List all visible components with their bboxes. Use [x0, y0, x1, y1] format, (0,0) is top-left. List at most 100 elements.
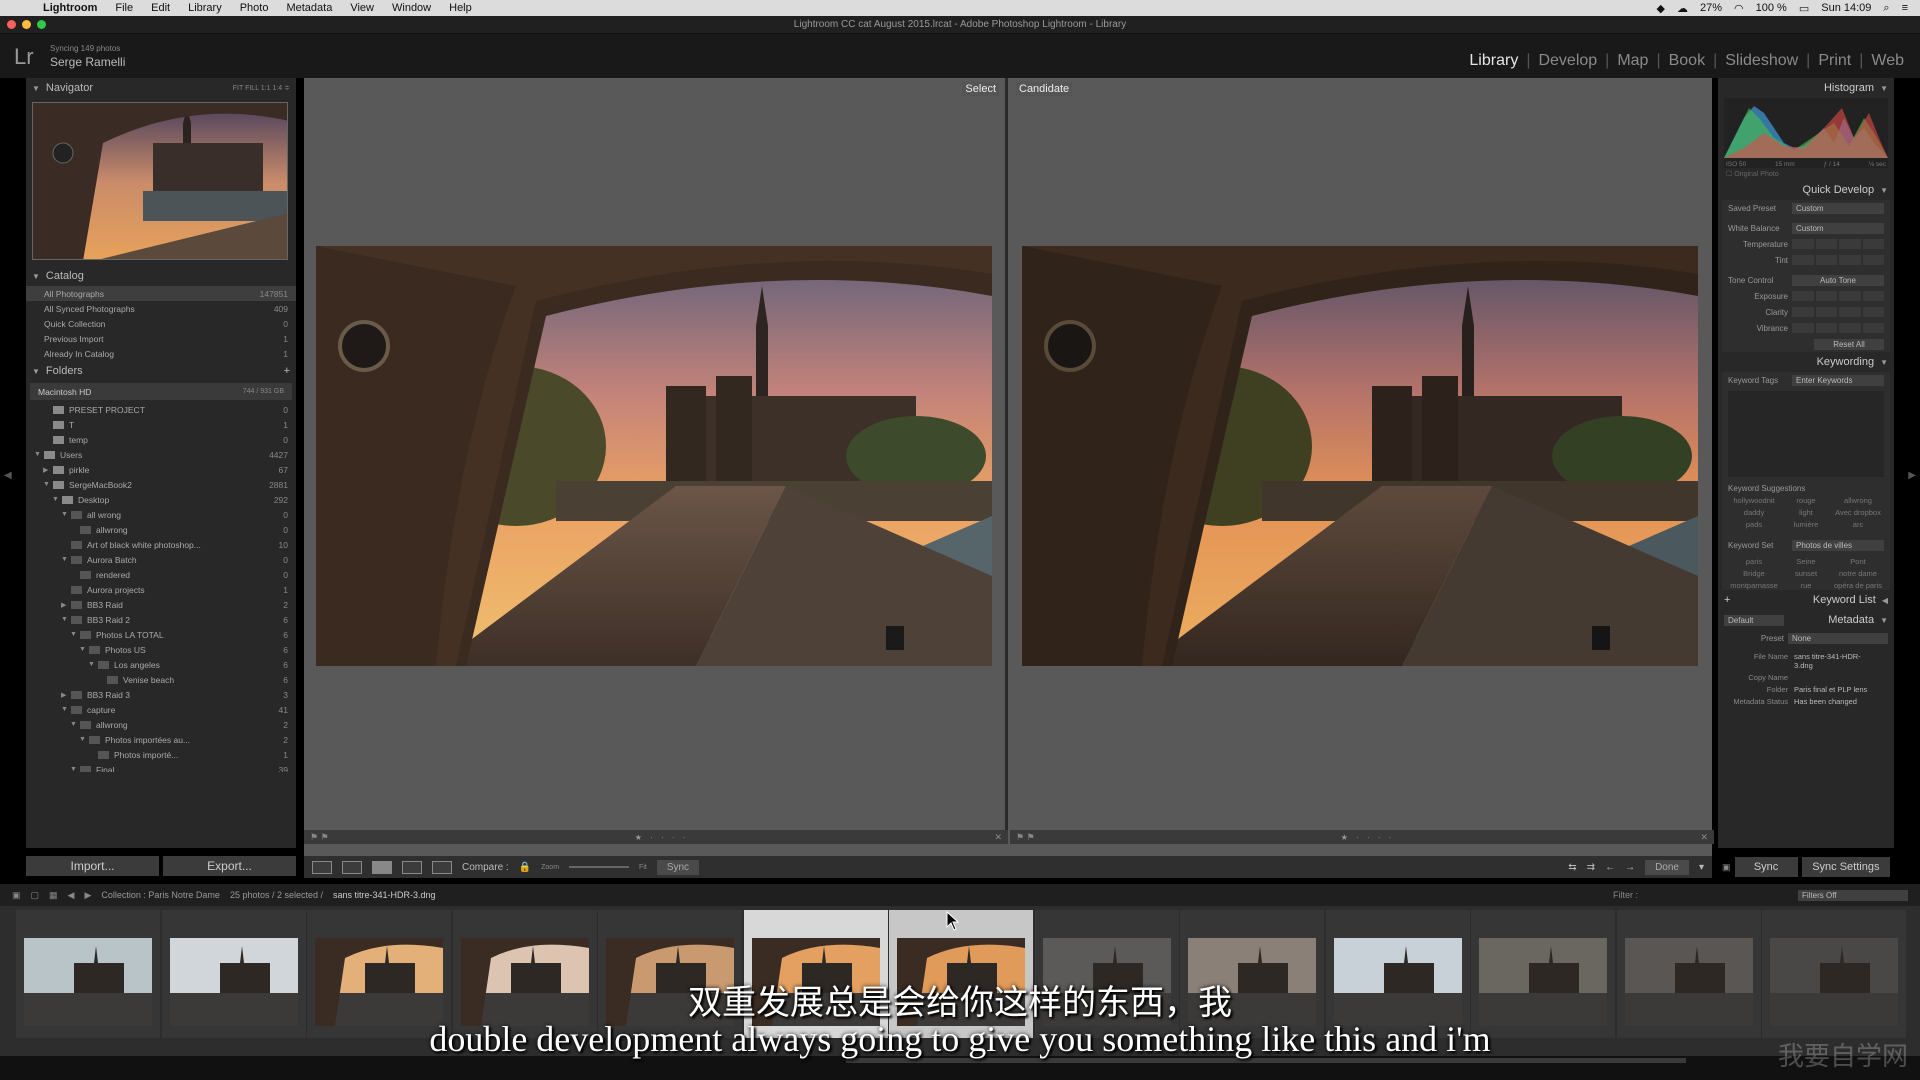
- catalog-item[interactable]: All Photographs 147851: [26, 286, 296, 301]
- sync-settings-button[interactable]: Sync Settings: [1801, 857, 1890, 877]
- keyword-set-item[interactable]: sunset: [1780, 569, 1832, 578]
- disclosure-icon[interactable]: ▼: [70, 766, 80, 772]
- keyword-suggestion[interactable]: light: [1780, 508, 1832, 517]
- sync-zoom-button[interactable]: Sync: [656, 859, 700, 875]
- forward-arrow-icon[interactable]: ▶: [84, 890, 91, 901]
- toolbar-menu-icon[interactable]: ▾: [1699, 862, 1704, 873]
- module-develop[interactable]: Develop: [1530, 52, 1605, 70]
- loupe-view-icon[interactable]: [342, 860, 362, 874]
- folder-item[interactable]: ▼ Final 39: [26, 762, 296, 772]
- folder-item[interactable]: Venise beach 6: [26, 672, 296, 687]
- folder-value[interactable]: Paris final et PLP lens: [1794, 685, 1867, 694]
- file-name-value[interactable]: sans titre-341-HDR-3.dng: [1794, 652, 1874, 670]
- disclosure-icon[interactable]: ▼: [61, 556, 71, 563]
- disclosure-icon[interactable]: ▶: [43, 466, 53, 474]
- collapse-icon[interactable]: ▼: [32, 272, 40, 281]
- folders-header[interactable]: ▼ Folders +: [26, 361, 296, 381]
- folder-item[interactable]: ▶ BB3 Raid 2: [26, 597, 296, 612]
- expand-icon[interactable]: ◀: [1882, 596, 1888, 605]
- disclosure-icon[interactable]: ▼: [61, 511, 71, 518]
- disclosure-icon[interactable]: ▼: [70, 631, 80, 638]
- auto-tone-button[interactable]: Auto Tone: [1792, 274, 1884, 286]
- keyword-set-item[interactable]: Bridge: [1728, 569, 1780, 578]
- select-photo[interactable]: [316, 246, 992, 666]
- keyword-suggestion[interactable]: arc: [1832, 520, 1884, 529]
- keyword-tags-select[interactable]: Enter Keywords: [1792, 374, 1884, 386]
- folder-item[interactable]: ▶ BB3 Raid 3 3: [26, 687, 296, 702]
- auto-sync-toggle[interactable]: ▣: [1722, 862, 1731, 873]
- candidate-photo[interactable]: [1022, 246, 1698, 666]
- exposure-buttons[interactable]: [1792, 291, 1884, 301]
- close-pane-icon[interactable]: ✕: [994, 832, 1002, 843]
- metadata-header[interactable]: Default Metadata ▼: [1718, 610, 1894, 630]
- metadata-preset-select[interactable]: None: [1788, 632, 1888, 644]
- menu-help[interactable]: Help: [440, 2, 481, 14]
- disclosure-icon[interactable]: ▼: [79, 646, 89, 653]
- disclosure-icon[interactable]: ▼: [79, 736, 89, 743]
- lock-icon[interactable]: 🔒: [519, 862, 531, 873]
- navigator-header[interactable]: ▼ Navigator FIT FILL 1:1 1:4 ≑: [26, 78, 296, 98]
- keyword-suggestion[interactable]: lumière: [1780, 520, 1832, 529]
- menu-window[interactable]: Window: [383, 2, 440, 14]
- disclosure-icon[interactable]: ▼: [70, 721, 80, 728]
- menu-file[interactable]: File: [106, 2, 142, 14]
- zoom-slider[interactable]: [569, 866, 630, 868]
- catalog-item[interactable]: Already In Catalog 1: [26, 346, 296, 361]
- collapse-icon[interactable]: ▼: [32, 367, 40, 376]
- collapse-icon[interactable]: ▼: [1880, 616, 1888, 625]
- flag-icon[interactable]: ⚑ ⚑: [1016, 832, 1035, 843]
- flag-icon[interactable]: ⚑ ⚑: [310, 832, 329, 843]
- menu-photo[interactable]: Photo: [231, 2, 278, 14]
- rating-stars[interactable]: ★ · · · ·: [1341, 833, 1395, 842]
- keyword-suggestion[interactable]: rouge: [1780, 496, 1832, 505]
- battery-icon[interactable]: ▭: [1799, 2, 1809, 15]
- menu-library[interactable]: Library: [179, 2, 231, 14]
- keyword-set-item[interactable]: Seine: [1780, 557, 1832, 566]
- spotlight-icon[interactable]: ⌕: [1883, 2, 1889, 15]
- folder-item[interactable]: ▼ Users 4427: [26, 447, 296, 462]
- close-pane-icon[interactable]: ✕: [1700, 832, 1708, 843]
- module-map[interactable]: Map: [1609, 52, 1656, 70]
- folder-item[interactable]: ▼ Photos LA TOTAL 6: [26, 627, 296, 642]
- keyword-suggestion[interactable]: allwrong: [1832, 496, 1884, 505]
- catalog-header[interactable]: ▼ Catalog: [26, 266, 296, 286]
- import-button[interactable]: Import...: [26, 856, 159, 876]
- folder-item[interactable]: ▼ Los angeles 6: [26, 657, 296, 672]
- menu-view[interactable]: View: [341, 2, 383, 14]
- folder-item[interactable]: ▼ Photos importées au... 2: [26, 732, 296, 747]
- keyword-set-item[interactable]: montparnasse: [1728, 581, 1780, 590]
- keyword-set-item[interactable]: opéra de paris: [1832, 581, 1884, 590]
- temperature-buttons[interactable]: [1792, 239, 1884, 249]
- folder-item[interactable]: ▼ Desktop 292: [26, 492, 296, 507]
- keyword-set-item[interactable]: rue: [1780, 581, 1832, 590]
- people-view-icon[interactable]: [432, 860, 452, 874]
- minimize-window-icon[interactable]: [22, 20, 31, 29]
- sync-button[interactable]: Sync: [1734, 857, 1798, 877]
- quick-develop-header[interactable]: Quick Develop ▼: [1718, 180, 1894, 200]
- folder-item[interactable]: Photos importé... 1: [26, 747, 296, 762]
- add-folder-icon[interactable]: +: [284, 365, 290, 377]
- disclosure-icon[interactable]: ▼: [61, 706, 71, 713]
- disclosure-icon[interactable]: ▼: [88, 661, 98, 668]
- module-library[interactable]: Library: [1461, 52, 1526, 70]
- module-book[interactable]: Book: [1661, 52, 1713, 70]
- folder-item[interactable]: temp 0: [26, 432, 296, 447]
- module-print[interactable]: Print: [1810, 52, 1859, 70]
- grid-icon[interactable]: ▦: [49, 890, 58, 901]
- dropbox-icon[interactable]: ◆: [1657, 2, 1665, 15]
- collapse-icon[interactable]: ▼: [1880, 186, 1888, 195]
- reset-all-button[interactable]: Reset All: [1814, 338, 1884, 350]
- keyword-tags-area[interactable]: [1728, 391, 1884, 477]
- keyword-set-select[interactable]: Photos de villes: [1792, 539, 1884, 551]
- keywording-header[interactable]: Keywording ▼: [1718, 352, 1894, 372]
- folder-item[interactable]: allwrong 0: [26, 522, 296, 537]
- folder-item[interactable]: ▼ capture 41: [26, 702, 296, 717]
- survey-view-icon[interactable]: [402, 860, 422, 874]
- back-arrow-icon[interactable]: ◀: [68, 890, 75, 901]
- disclosure-icon[interactable]: ▶: [61, 691, 71, 699]
- metadata-default-select[interactable]: Default: [1724, 614, 1784, 626]
- second-window-icon[interactable]: ▢: [31, 890, 40, 901]
- keyword-set-item[interactable]: notre dame: [1832, 569, 1884, 578]
- keyword-list-header[interactable]: + Keyword List ◀: [1718, 590, 1894, 610]
- navigator-preview[interactable]: [32, 102, 288, 260]
